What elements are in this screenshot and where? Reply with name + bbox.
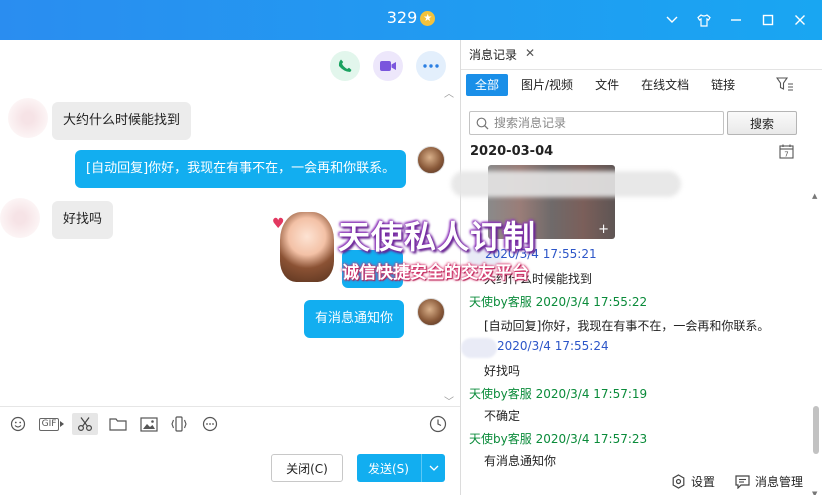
calendar-icon[interactable]: 7 bbox=[779, 144, 794, 163]
window-title: 329 bbox=[386, 8, 418, 27]
history-date: 2020-03-04 bbox=[470, 144, 554, 159]
more-icon[interactable] bbox=[197, 413, 223, 435]
folder-icon[interactable] bbox=[105, 413, 131, 435]
avatar[interactable] bbox=[0, 198, 40, 238]
close-button[interactable]: 关闭(C) bbox=[271, 454, 343, 482]
scrollbar-thumb[interactable] bbox=[813, 406, 819, 454]
history-filters: 全部 图片/视频 文件 在线文档 链接 bbox=[466, 74, 748, 96]
more-actions-button[interactable] bbox=[416, 51, 446, 81]
filter-media[interactable]: 图片/视频 bbox=[512, 74, 582, 96]
gif-icon[interactable]: GIF bbox=[38, 413, 66, 435]
record-sender: 天使by客服 2020/3/4 17:57:19 bbox=[469, 385, 647, 402]
video-icon bbox=[380, 61, 396, 71]
image-icon[interactable] bbox=[136, 413, 162, 435]
message-bubble-in[interactable]: 大约什么时候能找到 bbox=[52, 102, 192, 140]
avatar[interactable] bbox=[8, 98, 48, 138]
maximize-icon[interactable] bbox=[752, 9, 784, 31]
more-icon bbox=[423, 64, 439, 68]
avatar[interactable] bbox=[417, 146, 445, 174]
message-manage-label: 消息管理 bbox=[755, 475, 804, 489]
emoji-icon[interactable] bbox=[5, 413, 31, 435]
filter-online-docs[interactable]: 在线文档 bbox=[632, 74, 698, 96]
tshirt-skin-icon[interactable] bbox=[688, 9, 720, 31]
svg-text:7: 7 bbox=[784, 151, 788, 159]
gif-label: GIF bbox=[38, 417, 60, 431]
send-options-dropdown[interactable] bbox=[421, 454, 445, 482]
promo-subtitle: 诚信快捷安全的交友平台 bbox=[342, 263, 529, 283]
avatar[interactable] bbox=[417, 298, 445, 326]
message-manage-button[interactable]: 消息管理 bbox=[735, 473, 803, 490]
promo-title: 天使私人订制 bbox=[338, 218, 537, 256]
filter-icon[interactable] bbox=[775, 77, 794, 95]
peer-name-blurred bbox=[461, 338, 497, 358]
filter-links[interactable]: 链接 bbox=[702, 74, 744, 96]
expand-icon: + bbox=[598, 222, 609, 237]
settings-button[interactable]: 设置 bbox=[671, 473, 715, 490]
record-time: 2020/3/4 17:57:23 bbox=[535, 432, 648, 446]
send-button-label: 发送(S) bbox=[368, 461, 409, 476]
record-text: 好找吗 bbox=[484, 364, 521, 378]
message-manage-icon bbox=[735, 474, 750, 489]
search-button[interactable]: 搜索 bbox=[727, 111, 797, 135]
chevron-down-icon bbox=[429, 465, 438, 471]
shake-icon[interactable] bbox=[166, 413, 192, 435]
filter-files[interactable]: 文件 bbox=[586, 74, 628, 96]
filter-all[interactable]: 全部 bbox=[466, 74, 509, 96]
video-call-button[interactable] bbox=[373, 51, 403, 81]
tab-message-history[interactable]: 消息记录 bbox=[469, 46, 517, 63]
message-bubble-out[interactable]: 有消息通知你 bbox=[304, 300, 405, 338]
send-button[interactable]: 发送(S) bbox=[357, 454, 445, 482]
settings-label: 设置 bbox=[691, 475, 716, 489]
phone-icon bbox=[338, 59, 352, 72]
promo-watermark: ♥ 天使私人订制 诚信快捷安全的交友平台 bbox=[272, 208, 562, 288]
record-time: 2020/3/4 17:55:24 bbox=[497, 339, 609, 353]
history-tab-bar: 消息记录 ✕ bbox=[461, 40, 822, 70]
input-toolbar: GIF bbox=[0, 406, 460, 440]
message-bubble-out[interactable]: [自动回复]你好，我现在有事不在，一会再和你联系。 bbox=[75, 150, 407, 188]
history-search-box bbox=[469, 111, 724, 135]
search-icon bbox=[476, 117, 489, 134]
record-text: [自动回复]你好，我现在有事不在，一会再和你联系。 bbox=[484, 319, 770, 333]
cartoon-girl-image bbox=[280, 212, 334, 282]
sender-name: 天使by客服 bbox=[469, 295, 532, 309]
close-tab-icon[interactable]: ✕ bbox=[525, 46, 535, 60]
gear-icon bbox=[672, 474, 685, 489]
chat-actions bbox=[330, 51, 446, 81]
chevron-down-icon[interactable] bbox=[656, 9, 688, 31]
history-footer: 设置 消息管理 bbox=[461, 467, 822, 495]
record-time: 2020/3/4 17:55:22 bbox=[535, 295, 648, 309]
record-sender: 天使by客服 2020/3/4 17:55:22 bbox=[469, 293, 647, 310]
scroll-up-icon[interactable]: ︿ bbox=[444, 85, 454, 100]
scroll-up-arrow-icon[interactable]: ▲ bbox=[812, 192, 817, 200]
minimize-icon[interactable] bbox=[720, 9, 752, 31]
blurred-name bbox=[451, 171, 681, 197]
star-icon: ★ bbox=[420, 11, 436, 26]
title-bar: 329 ★ bbox=[0, 0, 822, 40]
close-icon[interactable] bbox=[784, 9, 816, 31]
clock-icon[interactable] bbox=[425, 413, 451, 435]
record-text: 不确定 bbox=[484, 409, 521, 423]
window-controls bbox=[656, 9, 816, 31]
phone-call-button[interactable] bbox=[330, 51, 360, 81]
scissors-icon[interactable] bbox=[72, 413, 98, 435]
message-bubble-in[interactable]: 好找吗 bbox=[52, 201, 114, 239]
record-time: 2020/3/4 17:57:19 bbox=[535, 387, 648, 401]
search-input[interactable] bbox=[494, 114, 718, 132]
sender-name: 天使by客服 bbox=[469, 432, 532, 446]
sender-name: 天使by客服 bbox=[469, 387, 532, 401]
record-sender: 天使by客服 2020/3/4 17:57:23 bbox=[469, 430, 647, 447]
history-scrollbar[interactable]: ▲ ▼ bbox=[812, 192, 820, 495]
